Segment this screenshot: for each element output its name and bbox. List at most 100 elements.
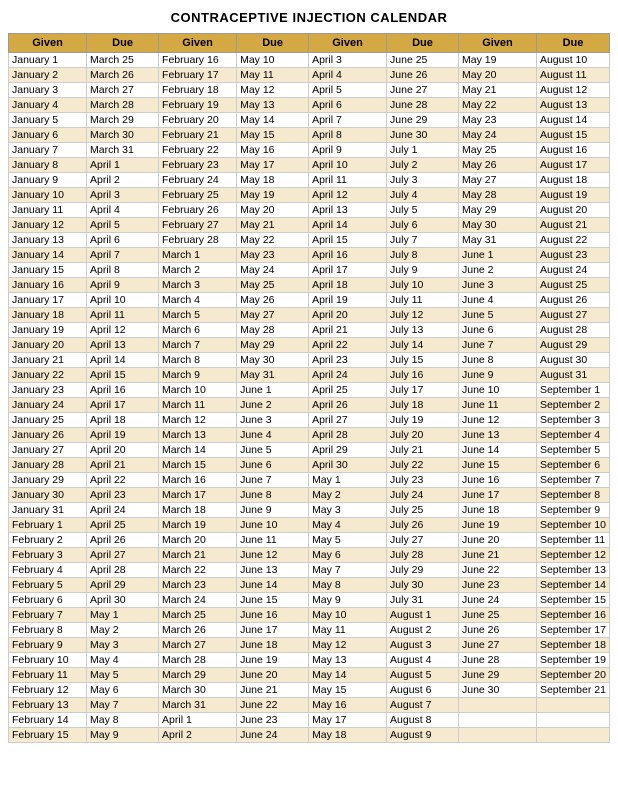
given-date: April 2	[159, 728, 237, 743]
given-date: April 25	[309, 383, 387, 398]
given-date: May 22	[459, 98, 537, 113]
given-date: May 7	[309, 563, 387, 578]
due-date: July 23	[387, 473, 459, 488]
table-row: January 27April 20March 14June 5April 29…	[9, 443, 610, 458]
due-date: April 6	[87, 233, 159, 248]
given-date: June 1	[459, 248, 537, 263]
due-date: June 18	[237, 638, 309, 653]
given-date: May 30	[459, 218, 537, 233]
due-date: April 30	[87, 593, 159, 608]
table-row: February 15May 9April 2June 24May 18Augu…	[9, 728, 610, 743]
given-date: February 21	[159, 128, 237, 143]
given-date: April 24	[309, 368, 387, 383]
given-date: June 2	[459, 263, 537, 278]
given-date: April 3	[309, 53, 387, 68]
due-date: April 20	[87, 443, 159, 458]
given-date: April 18	[309, 278, 387, 293]
due-date: June 9	[237, 503, 309, 518]
table-row: January 17April 10March 4May 26April 19J…	[9, 293, 610, 308]
given-date: May 17	[309, 713, 387, 728]
due-date: August 3	[387, 638, 459, 653]
given-date: June 23	[459, 578, 537, 593]
due-date: April 1	[87, 158, 159, 173]
given-date: January 25	[9, 413, 87, 428]
due-date: September 6	[536, 458, 609, 473]
given-date: January 27	[9, 443, 87, 458]
given-date: June 21	[459, 548, 537, 563]
given-date: January 28	[9, 458, 87, 473]
table-row: January 8April 1February 23May 17April 1…	[9, 158, 610, 173]
due-date: August 29	[536, 338, 609, 353]
table-row: January 9April 2February 24May 18April 1…	[9, 173, 610, 188]
given-date: January 24	[9, 398, 87, 413]
given-date: April 23	[309, 353, 387, 368]
due-date: August 31	[536, 368, 609, 383]
given-date: February 20	[159, 113, 237, 128]
due-date: May 2	[87, 623, 159, 638]
given-date: February 15	[9, 728, 87, 743]
due-date: May 18	[237, 173, 309, 188]
given-date: May 4	[309, 518, 387, 533]
given-date: April 14	[309, 218, 387, 233]
due-date: September 3	[536, 413, 609, 428]
due-date: August 6	[387, 683, 459, 698]
table-row: January 2March 26February 17May 11April …	[9, 68, 610, 83]
given-date: June 5	[459, 308, 537, 323]
due-date: July 29	[387, 563, 459, 578]
due-date: June 14	[237, 578, 309, 593]
column-header: Due	[237, 34, 309, 53]
due-date: May 25	[237, 278, 309, 293]
due-date: July 5	[387, 203, 459, 218]
given-date: March 21	[159, 548, 237, 563]
due-date: July 28	[387, 548, 459, 563]
given-date: March 27	[159, 638, 237, 653]
given-date: January 2	[9, 68, 87, 83]
given-date: January 23	[9, 383, 87, 398]
due-date: March 30	[87, 128, 159, 143]
given-date: January 4	[9, 98, 87, 113]
given-date: June 7	[459, 338, 537, 353]
given-date: March 15	[159, 458, 237, 473]
given-date: March 7	[159, 338, 237, 353]
due-date: May 4	[87, 653, 159, 668]
table-row: January 20April 13March 7May 29April 22J…	[9, 338, 610, 353]
given-date: April 30	[309, 458, 387, 473]
due-date: May 21	[237, 218, 309, 233]
due-date: August 8	[387, 713, 459, 728]
given-date: May 5	[309, 533, 387, 548]
given-date: April 15	[309, 233, 387, 248]
due-date: August 19	[536, 188, 609, 203]
given-date: June 14	[459, 443, 537, 458]
due-date: May 11	[237, 68, 309, 83]
given-date: May 19	[459, 53, 537, 68]
due-date: September 19	[536, 653, 609, 668]
given-date: January 11	[9, 203, 87, 218]
given-date: April 27	[309, 413, 387, 428]
given-date: May 9	[309, 593, 387, 608]
given-date: March 26	[159, 623, 237, 638]
due-date: June 30	[387, 128, 459, 143]
due-date: April 19	[87, 428, 159, 443]
column-header: Given	[309, 34, 387, 53]
due-date: June 29	[387, 113, 459, 128]
given-date: March 16	[159, 473, 237, 488]
given-date: April 28	[309, 428, 387, 443]
table-row: February 12May 6March 30June 21May 15Aug…	[9, 683, 610, 698]
due-date: August 10	[536, 53, 609, 68]
given-date: April 29	[309, 443, 387, 458]
table-row: February 1April 25March 19June 10May 4Ju…	[9, 518, 610, 533]
given-date: March 22	[159, 563, 237, 578]
due-date: May 24	[237, 263, 309, 278]
due-date: June 27	[387, 83, 459, 98]
due-date: September 5	[536, 443, 609, 458]
given-date: May 3	[309, 503, 387, 518]
given-date: March 14	[159, 443, 237, 458]
given-date: May 27	[459, 173, 537, 188]
due-date: August 30	[536, 353, 609, 368]
given-date: January 19	[9, 323, 87, 338]
due-date: August 24	[536, 263, 609, 278]
due-date: August 25	[536, 278, 609, 293]
given-date: March 24	[159, 593, 237, 608]
due-date: July 24	[387, 488, 459, 503]
due-date: May 17	[237, 158, 309, 173]
